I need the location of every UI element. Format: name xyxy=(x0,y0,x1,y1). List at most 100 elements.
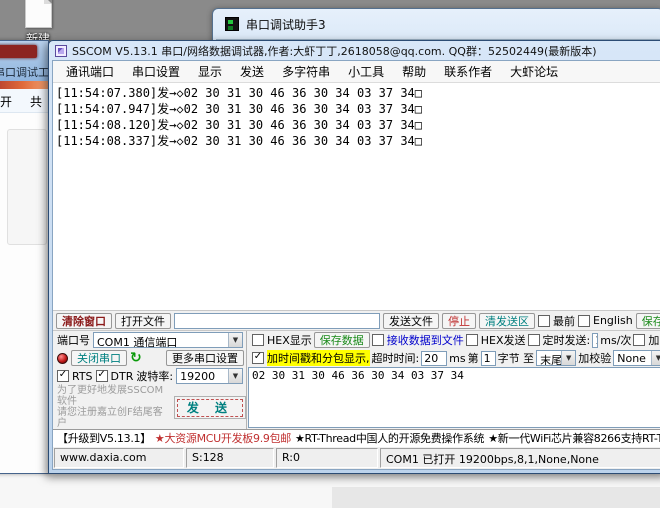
left-window-titlebar[interactable]: 串口调试工具 xyxy=(0,41,48,81)
hex-display-checkbox[interactable]: HEX显示 xyxy=(252,332,312,348)
controls-area: 端口号 COM1 通信端口 关闭串口 更多串口设置 xyxy=(53,330,660,429)
checkbox-box xyxy=(372,334,384,346)
menu-item-send[interactable]: 发送 xyxy=(231,61,273,82)
byte-prefix-label: 第 xyxy=(468,350,479,366)
rts-checkbox[interactable]: RTS xyxy=(57,370,93,383)
timestamp-checkbox[interactable]: 加时间戳和分包显示, xyxy=(252,350,370,366)
clear-window-button[interactable]: 清除窗口 xyxy=(56,313,112,329)
left-window-panel xyxy=(7,129,47,245)
assistant-app-icon xyxy=(225,17,239,31)
receive-area[interactable]: [11:54:07.380]发→◇02 30 31 30 46 36 30 34… xyxy=(53,83,660,310)
send-data-input[interactable]: 02 30 31 30 46 36 30 34 03 37 34 xyxy=(248,367,660,428)
left-window-share-button[interactable]: 共 xyxy=(30,93,42,110)
clear-send-area-button[interactable]: 清发送区 xyxy=(479,313,535,329)
left-window-accent-bar xyxy=(0,81,48,89)
timed-send-unit: ms/次 xyxy=(600,332,631,348)
byte-suffix-label: 字节 至 xyxy=(498,350,535,366)
status-website: www.daxia.com xyxy=(54,448,184,468)
checkbox-box xyxy=(466,334,478,346)
ad-rt-thread: ★RT-Thread中国人的开源免费操作系统 xyxy=(295,430,484,446)
menu-item-help[interactable]: 帮助 xyxy=(393,61,435,82)
checksum-select[interactable]: None xyxy=(613,350,660,366)
timed-send-interval-input[interactable]: 1000 xyxy=(592,333,598,348)
menu-item-multi-string[interactable]: 多字符串 xyxy=(273,61,339,82)
checkbox-box xyxy=(633,334,645,346)
timed-send-checkbox[interactable]: 定时发送: xyxy=(528,332,591,348)
baud-label: 波特率: xyxy=(136,368,173,384)
chevron-down-icon[interactable] xyxy=(651,351,660,365)
checksum-label: 加校验 xyxy=(578,350,611,366)
left-window-title: 串口调试工具 xyxy=(0,64,48,80)
sscom-titlebar[interactable]: SSCOM V5.13.1 串口/网络数据调试器,作者:大虾丁丁,2618058… xyxy=(49,41,660,60)
sscom-window: SSCOM V5.13.1 串口/网络数据调试器,作者:大虾丁丁,2618058… xyxy=(48,40,660,474)
close-port-button[interactable]: 关闭串口 xyxy=(71,350,127,366)
send-button[interactable]: 发 送 xyxy=(174,396,246,419)
menu-item-comm-port[interactable]: 通讯端口 xyxy=(57,61,123,82)
left-background-window[interactable]: 串口调试工具 打开 共 xyxy=(0,40,49,474)
port-label: 端口号 xyxy=(57,332,90,348)
assistant-title: 串口调试助手3 xyxy=(246,16,326,33)
chevron-down-icon[interactable] xyxy=(228,333,242,347)
checkbox-box xyxy=(252,334,264,346)
port-status-icon xyxy=(57,353,68,364)
log-line: [11:54:08.337]发→◇02 30 31 30 46 36 30 34… xyxy=(56,133,660,149)
background-bottom-band xyxy=(0,474,660,508)
checkbox-box xyxy=(96,370,108,382)
menu-item-tools[interactable]: 小工具 xyxy=(339,61,393,82)
sscom-client: 通讯端口 串口设置 显示 发送 多字符串 小工具 帮助 联系作者 大虾论坛 [1… xyxy=(52,60,660,470)
stop-button[interactable]: 停止 xyxy=(442,313,476,329)
menu-item-serial-settings[interactable]: 串口设置 xyxy=(123,61,189,82)
english-checkbox[interactable]: English xyxy=(578,314,633,327)
status-port-state: COM1 已打开 19200bps,8,1,None,None xyxy=(380,448,660,468)
checkbox-box xyxy=(57,370,69,382)
chevron-down-icon[interactable] xyxy=(561,351,575,365)
menu-item-contact-author[interactable]: 联系作者 xyxy=(435,61,501,82)
range-end-select[interactable]: 末尾 xyxy=(536,350,576,366)
checkbox-box xyxy=(528,334,540,346)
log-line: [11:54:08.120]发→◇02 30 31 30 46 36 30 34… xyxy=(56,117,660,133)
refresh-ports-icon[interactable] xyxy=(130,351,142,365)
sscom-app-icon xyxy=(55,45,67,57)
log-line: [11:54:07.947]发→◇02 30 31 30 46 36 30 34… xyxy=(56,101,660,117)
port-panel: 端口号 COM1 通信端口 关闭串口 更多串口设置 xyxy=(53,331,247,429)
save-data-button[interactable]: 保存数据 xyxy=(314,332,370,348)
send-file-button[interactable]: 发送文件 xyxy=(383,313,439,329)
background-bottom-shade xyxy=(332,487,660,508)
timeout-input[interactable]: 20 xyxy=(421,351,447,366)
left-window-body xyxy=(0,113,48,473)
crlf-checkbox[interactable]: 加回车换行 xyxy=(633,332,660,348)
timeout-label: 超时时间: xyxy=(372,350,420,366)
receive-to-file-checkbox[interactable]: 接收数据到文件 xyxy=(372,332,464,348)
assistant-titlebar[interactable]: 串口调试助手3 xyxy=(213,9,660,39)
checkbox-box xyxy=(538,315,550,327)
more-serial-settings-button[interactable]: 更多串口设置 xyxy=(166,350,244,366)
upgrade-notice: 【升级到V5.13.1】 xyxy=(57,430,151,446)
port-select[interactable]: COM1 通信端口 xyxy=(93,332,243,348)
baud-select[interactable]: 19200 xyxy=(176,368,243,384)
send-options-panel: HEX显示 保存数据 接收数据到文件 HEX发送 xyxy=(247,331,660,429)
byte-index-input[interactable]: 1 xyxy=(481,351,496,366)
checkbox-box xyxy=(252,352,264,364)
ad-link-mcu-board[interactable]: ★大资源MCU开发板9.9包邮 xyxy=(155,430,291,446)
topmost-checkbox[interactable]: 最前 xyxy=(538,313,575,329)
log-line: [11:54:07.380]发→◇02 30 31 30 46 36 30 34… xyxy=(56,85,660,101)
menu-item-forum[interactable]: 大虾论坛 xyxy=(501,61,567,82)
status-bar: www.daxia.com S:128 R:0 COM1 已打开 19200bp… xyxy=(53,446,660,469)
checkbox-box xyxy=(578,315,590,327)
toolbar-row: 清除窗口 打开文件 发送文件 停止 清发送区 最前 English 保存参数 扩… xyxy=(53,310,660,330)
status-received-count: R:0 xyxy=(276,448,378,468)
notice-bar: 【升级到V5.13.1】 ★大资源MCU开发板9.9包邮 ★RT-Thread中… xyxy=(53,429,660,446)
dtr-checkbox[interactable]: DTR xyxy=(96,370,134,383)
save-params-button[interactable]: 保存参数 xyxy=(636,313,660,329)
new-file-icon xyxy=(25,0,52,28)
screen: 新建 串口调试工具 打开 共 串口调试助手3 SSCOM V xyxy=(0,0,660,508)
chevron-down-icon[interactable] xyxy=(228,369,242,383)
open-file-button[interactable]: 打开文件 xyxy=(115,313,171,329)
hex-send-checkbox[interactable]: HEX发送 xyxy=(466,332,526,348)
menu-item-display[interactable]: 显示 xyxy=(189,61,231,82)
left-window-red-banner xyxy=(0,45,37,58)
left-window-open-button[interactable]: 打开 xyxy=(0,93,12,110)
sscom-title: SSCOM V5.13.1 串口/网络数据调试器,作者:大虾丁丁,2618058… xyxy=(72,43,597,59)
register-ad-text: 为了更好地发展SSCOM软件 请您注册嘉立创F结尾客户 xyxy=(57,385,170,429)
file-path-input[interactable] xyxy=(174,313,380,329)
